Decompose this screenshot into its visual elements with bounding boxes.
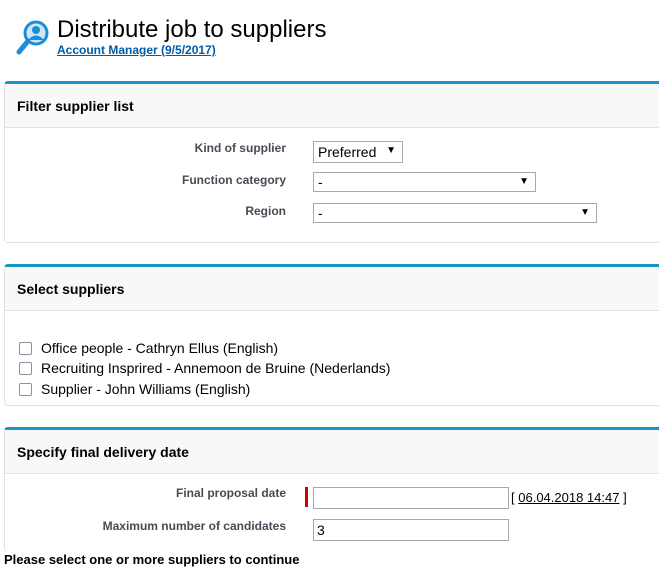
kind-of-supplier-value: Preferred xyxy=(318,144,377,160)
supplier-checkbox[interactable] xyxy=(19,383,32,396)
region-select[interactable]: - ▼ xyxy=(313,203,597,223)
page-header: Distribute job to suppliers Account Mana… xyxy=(16,14,656,64)
kind-of-supplier-select[interactable]: Preferred ▼ xyxy=(313,141,403,163)
validation-message: Please select one or more suppliers to c… xyxy=(4,552,300,567)
region-value: - xyxy=(318,205,323,221)
date-helper: [ 06.04.2018 14:47 ] xyxy=(511,490,627,505)
supplier-label: Supplier - John Williams (English) xyxy=(41,381,251,397)
chevron-down-icon: ▼ xyxy=(519,176,529,187)
section-title: Select suppliers xyxy=(5,267,659,311)
region-label: Region xyxy=(245,204,286,218)
delivery-date-section: Specify final delivery date Final propos… xyxy=(4,427,659,552)
magnifier-user-icon xyxy=(16,20,49,55)
final-proposal-date-input[interactable] xyxy=(313,487,509,509)
supplier-label: Office people - Cathryn Ellus (English) xyxy=(41,340,279,356)
chevron-down-icon: ▼ xyxy=(580,207,590,218)
date-bracket-open: [ xyxy=(511,490,515,505)
max-candidates-input[interactable]: 3 xyxy=(313,519,509,541)
max-candidates-label: Maximum number of candidates xyxy=(102,519,286,533)
supplier-checkbox[interactable] xyxy=(19,342,32,355)
final-proposal-date-label: Final proposal date xyxy=(175,486,286,500)
function-category-select[interactable]: - ▼ xyxy=(313,172,536,192)
section-title: Filter supplier list xyxy=(5,84,659,128)
chevron-down-icon: ▼ xyxy=(386,145,396,156)
insert-date-link[interactable]: 06.04.2018 14:47 xyxy=(518,490,619,505)
page-title: Distribute job to suppliers xyxy=(57,16,327,43)
supplier-checkbox[interactable] xyxy=(19,362,32,375)
filter-supplier-section: Filter supplier list Kind of supplier Pr… xyxy=(4,81,659,243)
function-category-label: Function category xyxy=(181,173,286,187)
date-bracket-close: ] xyxy=(623,490,627,505)
required-indicator xyxy=(305,487,308,507)
supplier-label: Recruiting Insprired - Annemoon de Bruin… xyxy=(41,360,391,376)
function-category-value: - xyxy=(318,174,323,190)
kind-of-supplier-label: Kind of supplier xyxy=(194,141,286,155)
section-title: Specify final delivery date xyxy=(5,430,659,474)
select-suppliers-section: Select suppliers Office people - Cathryn… xyxy=(4,264,659,406)
account-manager-link[interactable]: Account Manager (9/5/2017) xyxy=(57,43,216,57)
